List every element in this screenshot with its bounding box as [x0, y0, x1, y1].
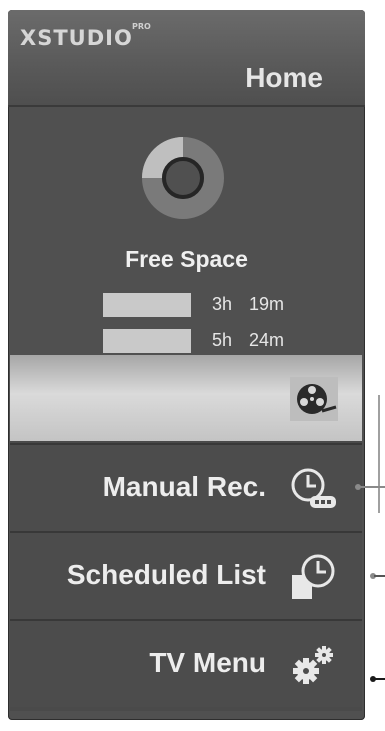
film-reel-icon [290, 377, 338, 421]
free-space-donut-icon [142, 137, 224, 219]
clock-record-icon [291, 468, 336, 508]
home-menu: Manual Rec. Scheduled List TV Menu [10, 355, 362, 711]
storage-time-2: 5h 24m [212, 330, 285, 350]
gears-icon [293, 646, 333, 684]
storage-bar-1 [103, 293, 191, 317]
panel-header: XSTUDIO PRO Home [8, 10, 365, 107]
callout-line [378, 395, 380, 513]
brand-badge: PRO [132, 22, 151, 31]
page-title: Home [245, 62, 323, 93]
menu-item-tv-menu[interactable]: TV Menu [10, 619, 362, 707]
callout-connector-manual [358, 486, 385, 488]
free-space-label: Free Space [125, 246, 248, 272]
callout-connector-scheduled [374, 575, 385, 577]
callout-connector-tv-menu [374, 678, 385, 680]
menu-item-label: Scheduled List [66, 559, 266, 590]
menu-item-manual-rec[interactable]: Manual Rec. [10, 443, 362, 531]
storage-time-1: 3h 19m [212, 294, 285, 314]
menu-item-scheduled-list[interactable]: Scheduled List [10, 531, 362, 619]
storage-bar-2 [103, 329, 191, 353]
brand-logo: XSTUDIO PRO [20, 22, 151, 50]
menu-item-label: Manual Rec. [102, 471, 266, 502]
menu-item-label: TV Menu [149, 647, 266, 678]
menu-item-recordings[interactable] [10, 355, 362, 441]
brand-name: XSTUDIO [20, 26, 133, 50]
clock-list-icon [292, 554, 335, 599]
